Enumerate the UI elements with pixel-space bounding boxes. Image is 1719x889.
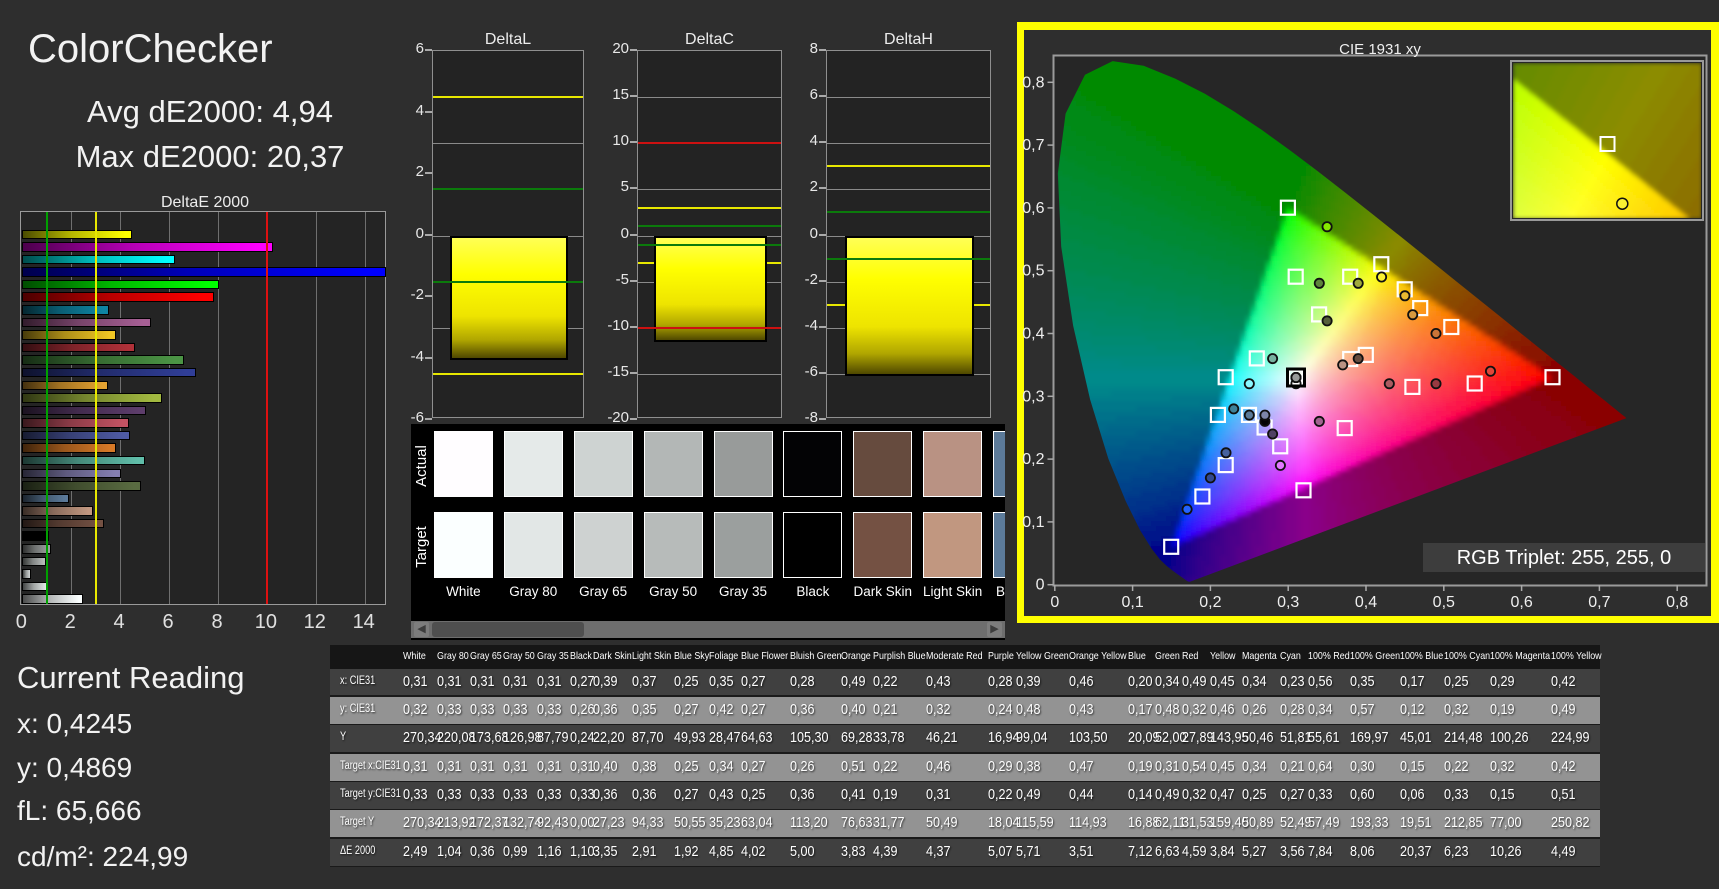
svg-text:0,2: 0,2 — [1022, 451, 1044, 468]
svg-text:0,8: 0,8 — [1022, 74, 1044, 91]
svg-text:0,5: 0,5 — [1433, 594, 1455, 611]
svg-text:0,8: 0,8 — [1666, 594, 1688, 611]
svg-text:0,6: 0,6 — [1510, 594, 1532, 611]
svg-text:0,7: 0,7 — [1022, 137, 1044, 154]
svg-text:CIE 1931 xy: CIE 1931 xy — [1339, 41, 1421, 58]
svg-text:RGB Triplet: 255, 255, 0: RGB Triplet: 255, 255, 0 — [1457, 547, 1672, 569]
svg-text:0,1: 0,1 — [1022, 514, 1044, 531]
svg-text:0,2: 0,2 — [1199, 594, 1221, 611]
svg-text:0,4: 0,4 — [1022, 326, 1044, 343]
svg-text:0,1: 0,1 — [1121, 594, 1143, 611]
svg-text:0: 0 — [1050, 594, 1059, 611]
svg-text:0,7: 0,7 — [1588, 594, 1610, 611]
svg-text:0: 0 — [1036, 577, 1045, 594]
svg-text:0,3: 0,3 — [1022, 388, 1044, 405]
svg-text:0,4: 0,4 — [1355, 594, 1377, 611]
svg-text:0,6: 0,6 — [1022, 200, 1044, 217]
svg-text:0,3: 0,3 — [1277, 594, 1299, 611]
svg-text:0,5: 0,5 — [1022, 263, 1044, 280]
